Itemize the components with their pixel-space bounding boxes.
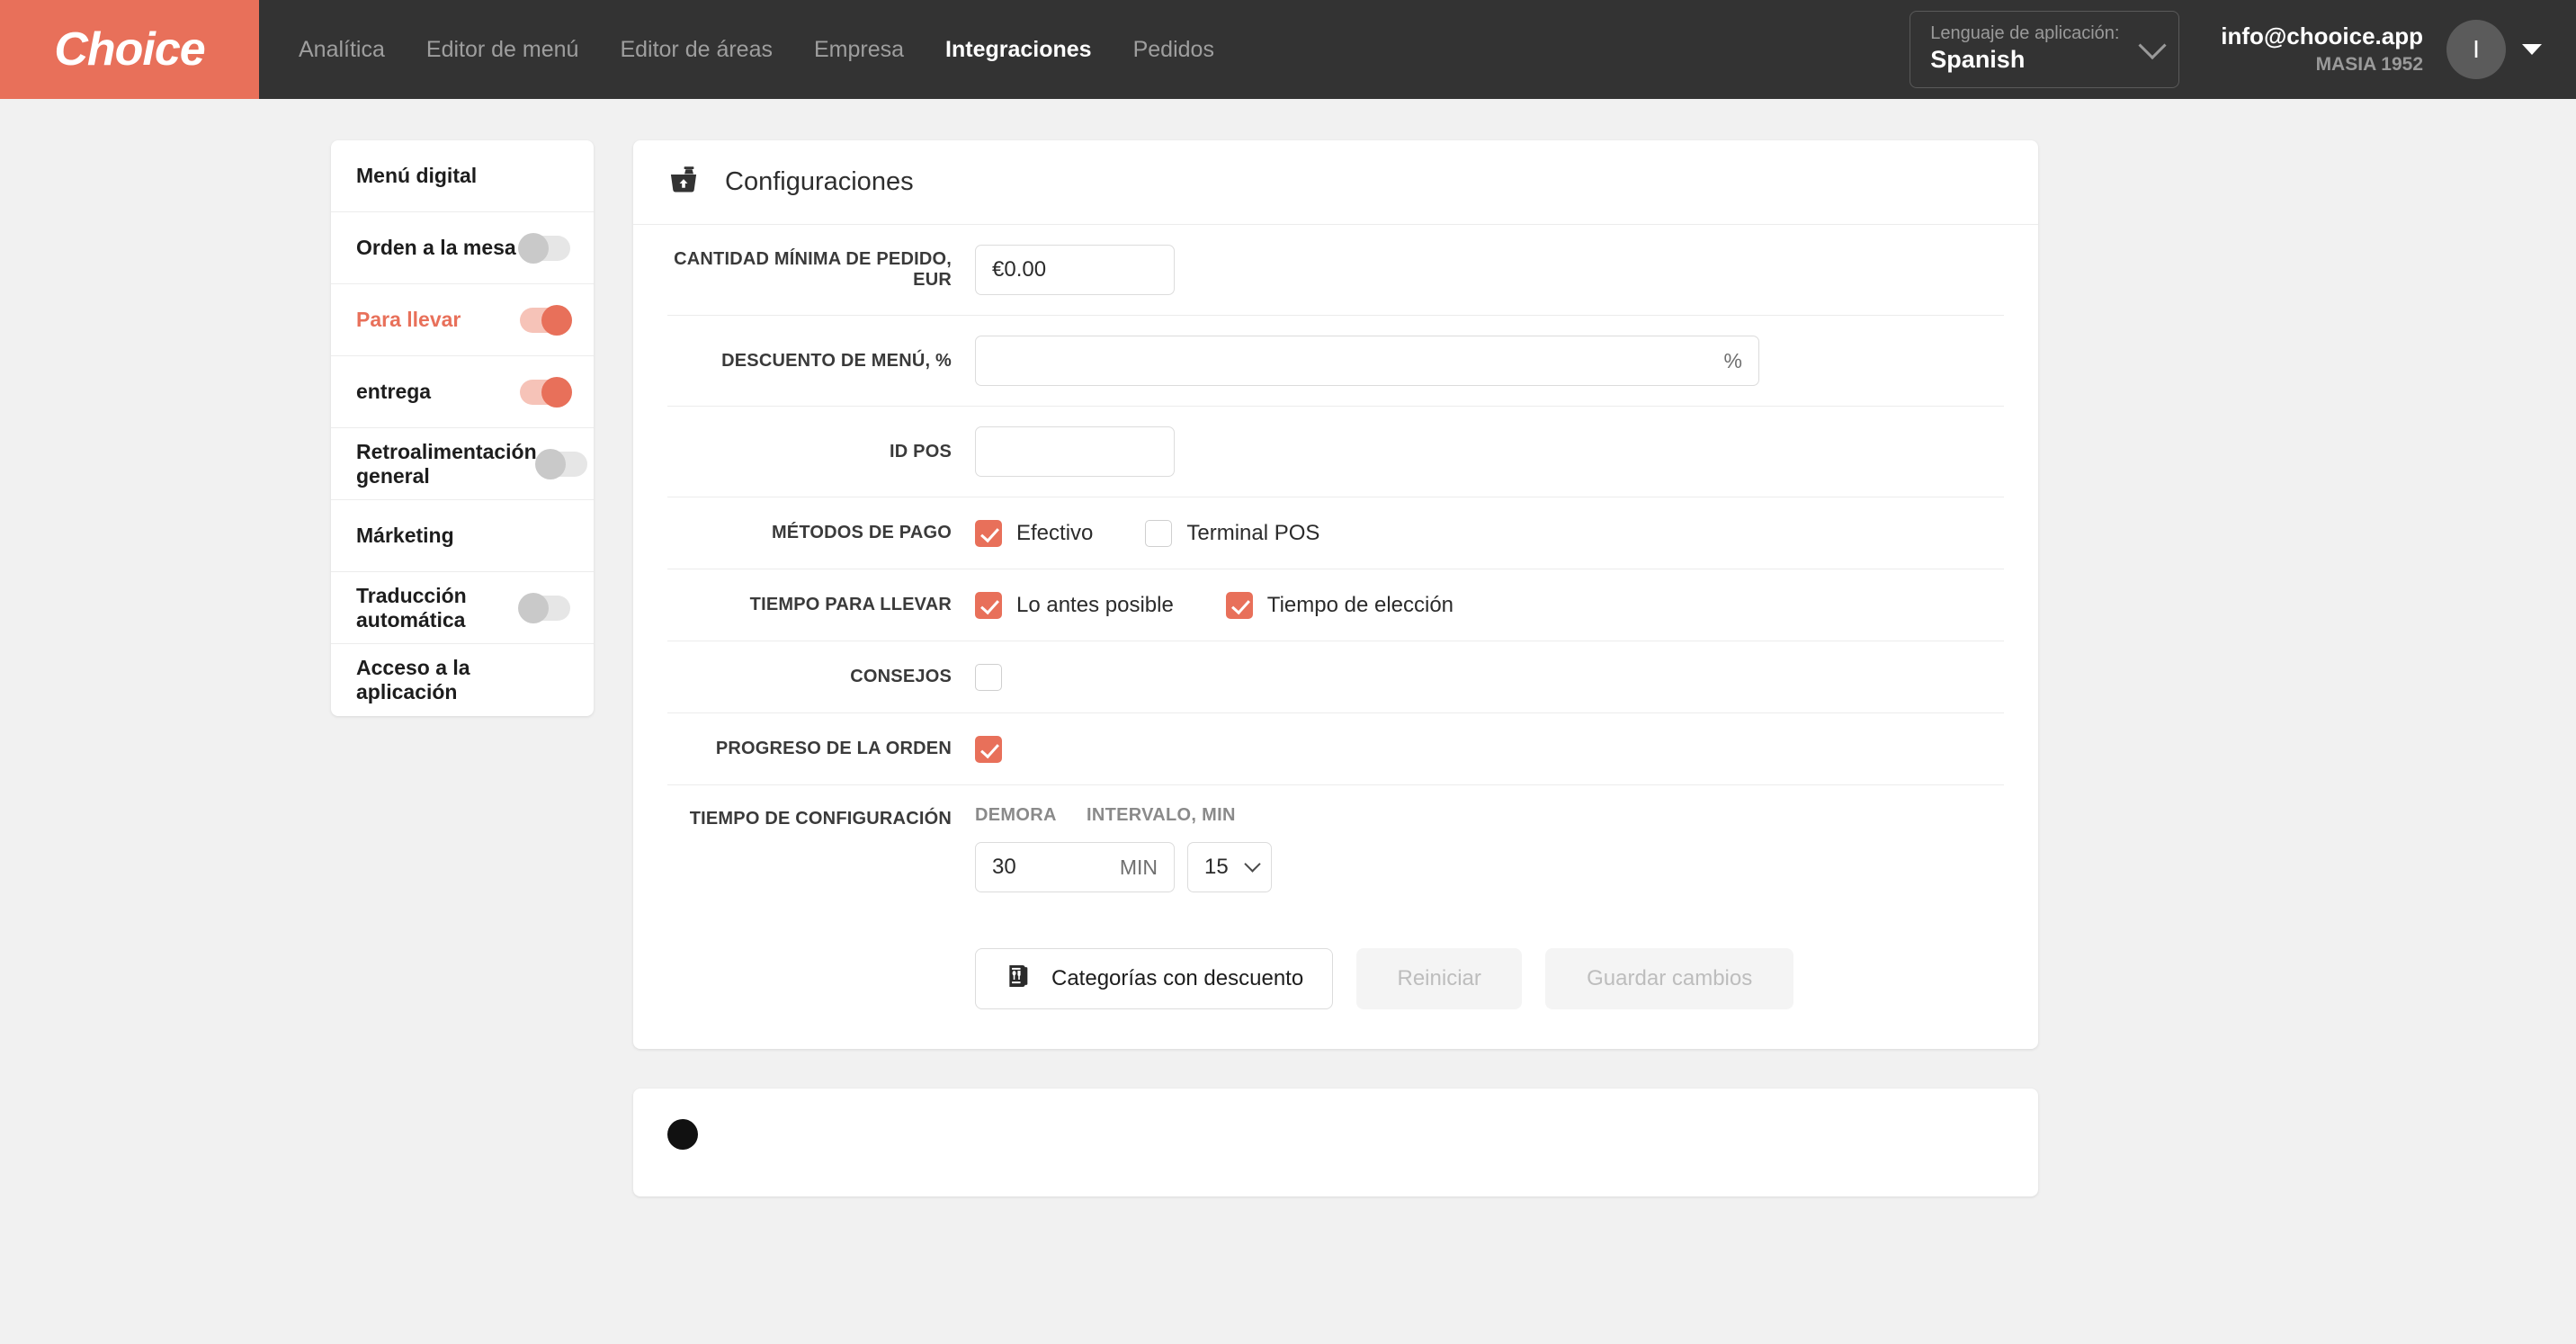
sidebar-item-acceso-a-la-aplicacion[interactable]: Acceso a la aplicación <box>331 644 594 716</box>
time-config-label: TIEMPO DE CONFIGURACIÓN <box>689 809 952 829</box>
chevron-down-icon <box>1244 855 1261 873</box>
checkbox-lo-antes-posible[interactable]: Lo antes posible <box>975 591 1174 619</box>
checkbox-tiempo-de-eleccion[interactable]: Tiempo de elección <box>1225 591 1454 619</box>
sidebar-item-label: Menú digital <box>356 164 478 187</box>
row-payment-methods: MÉTODOS DE PAGO Efectivo Terminal POS <box>667 497 2004 569</box>
logo-text: Choice <box>54 23 205 76</box>
sidebar-item-retroalimentacion-general[interactable]: Retroalimentación general <box>331 428 594 500</box>
checkbox-lo-antes-posible-label: Lo antes posible <box>1016 592 1174 617</box>
checkbox-lo-antes-posible-box[interactable] <box>975 591 1002 619</box>
sidebar-item-orden-a-la-mesa[interactable]: Orden a la mesa <box>331 212 594 284</box>
sidebar-item-label: Retroalimentación general <box>356 439 537 488</box>
toggle-orden-a-la-mesa[interactable] <box>518 232 570 264</box>
app-logo[interactable]: Choice <box>0 0 259 99</box>
toggle-retroalimentacion-general[interactable] <box>534 448 587 479</box>
discount-categories-button[interactable]: Categorías con descuento <box>975 948 1334 1009</box>
sidebar-item-menu-digital[interactable]: Menú digital <box>331 140 594 212</box>
main-content: Configuraciones CANTIDAD MÍNIMA DE PEDID… <box>633 140 2038 1196</box>
pos-id-label: ID POS <box>890 441 952 461</box>
row-takeaway-time: TIEMPO PARA LLEVAR Lo antes posible Tiem… <box>667 569 2004 641</box>
sidebar-item-label: Márketing <box>356 524 454 547</box>
caret-down-icon[interactable] <box>2522 44 2542 55</box>
nav-item-empresa[interactable]: Empresa <box>814 37 904 63</box>
sidebar-item-label: Traducción automática <box>356 583 467 632</box>
checkbox-tiempo-de-eleccion-box[interactable] <box>1225 591 1253 619</box>
interval-select[interactable]: 15 <box>1187 842 1272 892</box>
interval-column-header: INTERVALO, MIN <box>1087 805 1236 825</box>
checkbox-efectivo-box[interactable] <box>975 519 1002 547</box>
takeaway-bag-icon <box>667 164 700 201</box>
menu-discount-input[interactable]: % <box>975 336 1759 386</box>
checkbox-terminal-pos-label: Terminal POS <box>1186 520 1320 545</box>
min-order-label: CANTIDAD MÍNIMA DE PEDIDO, EUR <box>674 249 952 290</box>
toggle-entrega[interactable] <box>520 376 572 408</box>
interval-value: 15 <box>1204 855 1229 879</box>
percent-suffix: % <box>1723 348 1742 372</box>
section-icon <box>667 1119 698 1150</box>
menu-discount-label: DESCUENTO DE MENÚ, % <box>721 350 952 371</box>
sidebar-item-label: entrega <box>356 380 432 403</box>
reset-button[interactable]: Reiniciar <box>1356 948 1523 1009</box>
sidebar-item-traduccion-automatica[interactable]: Traducción automática <box>331 572 594 644</box>
main-nav: Analítica Editor de menú Editor de áreas… <box>259 0 1214 99</box>
nav-item-editor-de-areas[interactable]: Editor de áreas <box>620 37 773 63</box>
checkbox-terminal-pos-box[interactable] <box>1145 519 1173 547</box>
row-min-order: CANTIDAD MÍNIMA DE PEDIDO, EUR €0.00 <box>667 225 2004 316</box>
checkbox-tiempo-de-eleccion-label: Tiempo de elección <box>1266 592 1454 617</box>
checkbox-consejos[interactable] <box>975 663 1002 691</box>
delay-value: 30 <box>992 855 1016 879</box>
account-email: info@chooice.app <box>2221 22 2423 50</box>
sidebar-item-label: Acceso a la aplicación <box>356 656 470 703</box>
min-order-input[interactable]: €0.00 <box>975 245 1175 295</box>
toggle-para-llevar[interactable] <box>520 304 572 336</box>
language-selector[interactable]: Lenguaje de aplicación: Spanish <box>1910 10 2180 89</box>
toggle-traduccion-automatica[interactable] <box>518 592 570 623</box>
language-selector-value: Spanish <box>1930 45 2026 73</box>
takeaway-time-label: TIEMPO PARA LLEVAR <box>749 595 952 614</box>
row-pos-id: ID POS <box>667 407 2004 497</box>
sidebar-item-para-llevar[interactable]: Para llevar <box>331 284 594 356</box>
checkbox-progreso-de-la-orden[interactable] <box>975 735 1002 763</box>
delay-column-header: DEMORA <box>975 805 1057 825</box>
payment-methods-label: MÉTODOS DE PAGO <box>771 523 952 542</box>
page-title: Configuraciones <box>725 167 914 196</box>
account-org: MASIA 1952 <box>2315 54 2423 76</box>
avatar[interactable]: I <box>2446 20 2506 79</box>
row-time-config: TIEMPO DE CONFIGURACIÓN DEMORA INTERVALO… <box>667 785 2004 912</box>
tips-label: CONSEJOS <box>850 667 952 686</box>
top-navigation-bar: Choice Analítica Editor de menú Editor d… <box>0 0 2576 99</box>
checkbox-terminal-pos[interactable]: Terminal POS <box>1145 519 1320 547</box>
pos-id-input[interactable] <box>975 426 1175 477</box>
checkbox-efectivo-label: Efectivo <box>1016 520 1094 545</box>
settings-card-header: Configuraciones <box>633 140 2038 225</box>
language-selector-label: Lenguaje de aplicación: <box>1930 22 2120 43</box>
sidebar-item-label: Para llevar <box>356 308 461 331</box>
settings-actions: Categorías con descuento Reiniciar Guard… <box>667 912 2004 1049</box>
settings-form: CANTIDAD MÍNIMA DE PEDIDO, EUR €0.00 DES… <box>633 225 2038 1049</box>
account-info: info@chooice.app MASIA 1952 <box>2221 22 2423 76</box>
checkbox-efectivo[interactable]: Efectivo <box>975 519 1094 547</box>
save-changes-button[interactable]: Guardar cambios <box>1545 948 1794 1009</box>
next-section-card <box>633 1089 2038 1196</box>
nav-item-pedidos[interactable]: Pedidos <box>1133 37 1214 63</box>
topbar-right-cluster: Lenguaje de aplicación: Spanish info@cho… <box>1910 0 2576 99</box>
sidebar-item-label: Orden a la mesa <box>356 236 516 259</box>
row-menu-discount: DESCUENTO DE MENÚ, % % <box>667 316 2004 407</box>
order-progress-label: PROGRESO DE LA ORDEN <box>715 739 952 758</box>
settings-card: Configuraciones CANTIDAD MÍNIMA DE PEDID… <box>633 140 2038 1049</box>
sidebar-item-marketing[interactable]: Márketing <box>331 500 594 572</box>
delay-unit: MIN <box>1119 855 1158 879</box>
nav-item-analitica[interactable]: Analítica <box>299 37 385 63</box>
row-tips: CONSEJOS <box>667 641 2004 713</box>
sidebar-item-entrega[interactable]: entrega <box>331 356 594 428</box>
menu-book-icon <box>1005 962 1033 997</box>
row-order-progress: PROGRESO DE LA ORDEN <box>667 713 2004 785</box>
settings-sidebar: Menú digital Orden a la mesa Para llevar… <box>331 140 594 716</box>
page-body: Menú digital Orden a la mesa Para llevar… <box>0 99 2576 1196</box>
discount-categories-label: Categorías con descuento <box>1051 966 1304 990</box>
nav-item-integraciones[interactable]: Integraciones <box>945 37 1092 63</box>
delay-input[interactable]: 30 MIN <box>975 842 1175 892</box>
nav-item-editor-de-menu[interactable]: Editor de menú <box>426 37 579 63</box>
